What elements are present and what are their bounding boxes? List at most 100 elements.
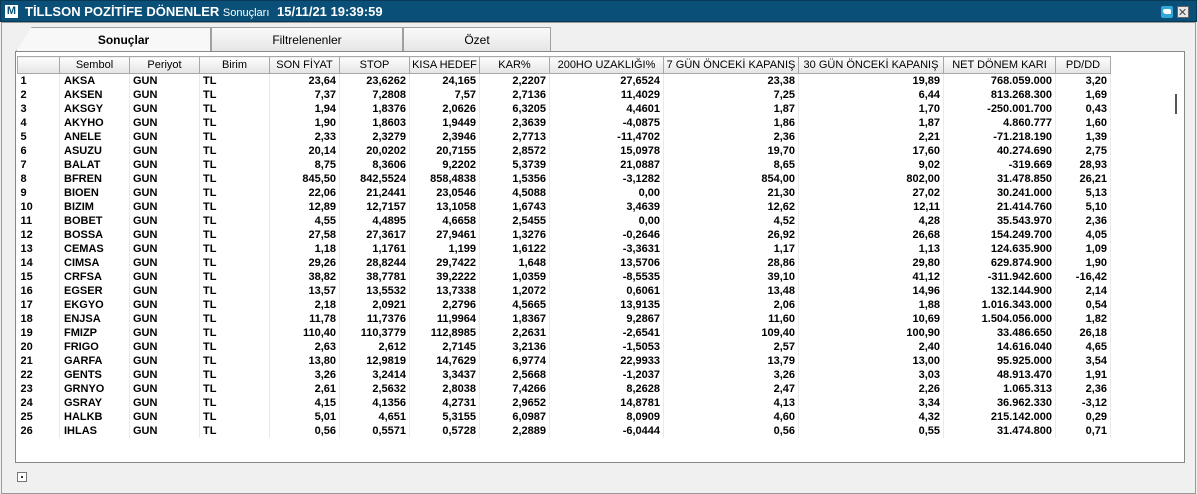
table-cell: BIZIM <box>59 200 130 214</box>
table-cell: TL <box>199 200 270 214</box>
table-cell: 2,7145 <box>409 340 480 354</box>
table-cell: 0,5728 <box>409 424 480 438</box>
table-cell: 109,40 <box>663 326 799 340</box>
table-row[interactable]: 2 AKSEN GUN TL 7,37 7,2808 7,57 2,7136 11,4029 7,… <box>17 88 1111 102</box>
table-cell: 1.065.313 <box>943 382 1056 396</box>
table-cell: 14,8781 <box>549 396 664 410</box>
table-row[interactable]: 8 BFREN GUN TL 845,50 842,5524 858,4838 1,5356-… <box>17 172 1111 186</box>
table-row[interactable]: 24 GSRAY GUN TL 4,15 4,1356 4,2731 2,9652 14,878… <box>17 396 1111 410</box>
table-cell: 26,18 <box>1055 326 1111 340</box>
tab-ozet[interactable]: Özet <box>403 27 551 51</box>
table-cell: 12,9819 <box>339 354 410 368</box>
table-cell: 20,0202 <box>339 144 410 158</box>
table-row[interactable]: 16 EGSER GUN TL 13,57 13,5532 13,7338 1,2072 0,6… <box>17 284 1111 298</box>
table-row[interactable]: 20 FRIGO GUN TL 2,63 2,612 2,7145 3,2136 -1,5053… <box>17 340 1111 354</box>
table-row[interactable]: 26 IHLAS GUN TL 0,56 0,5571 0,5728 2,2889 -6,044… <box>17 424 1111 438</box>
table-cell: 2,5668 <box>479 368 550 382</box>
table-cell: 10,69 <box>798 312 944 326</box>
table-cell: 1,17 <box>663 242 799 256</box>
table-cell: GUN <box>129 73 200 88</box>
table-cell: 110,40 <box>269 326 340 340</box>
table-cell: 5,01 <box>269 410 340 424</box>
column-header[interactable]: Sembol <box>59 56 130 74</box>
table-cell: 3,20 <box>1055 73 1111 88</box>
table-row[interactable]: 15 CRFSA GUN TL 38,82 38,7781 39,2222 1,0359 -8,… <box>17 270 1111 284</box>
results-grid[interactable]: Sembol Periyot Birim SON FİYAT STOP KISA HEDE… <box>15 51 1185 463</box>
tab-filtrelenenler[interactable]: Filtrelenenler <box>211 27 403 51</box>
table-cell: TL <box>199 340 270 354</box>
column-header[interactable]: PD/DD <box>1055 56 1111 74</box>
close-icon[interactable] <box>1177 6 1189 18</box>
vertical-scrollbar[interactable] <box>1170 86 1182 446</box>
table-row[interactable]: 13 CEMAS GUN TL 1,18 1,1761 1,199 1,6122 -3,3631… <box>17 242 1111 256</box>
tab-sonuclar[interactable]: Sonuçlar <box>16 27 211 51</box>
column-header[interactable]: NET DÖNEM KARI <box>943 56 1056 74</box>
table-cell: 2,36 <box>1055 382 1111 396</box>
table-row[interactable]: 22 GENTS GUN TL 3,26 3,2414 3,3437 2,5668 -1,203… <box>17 368 1111 382</box>
scroll-thumb[interactable] <box>1175 94 1177 114</box>
table-cell: 2,2889 <box>479 424 550 438</box>
table-cell: 0,00 <box>549 186 664 200</box>
table-cell: 1.016.343.000 <box>943 298 1056 312</box>
table-cell: 11,60 <box>663 312 799 326</box>
table-cell: -3,12 <box>1055 396 1111 410</box>
table-row[interactable]: 18 ENJSA GUN TL 11,78 11,7376 11,9964 1,8367 9,2… <box>17 312 1111 326</box>
table-row[interactable]: 12 BOSSA GUN TL 27,58 27,3617 27,9461 1,3276 -0,… <box>17 228 1111 242</box>
table-cell: ANELE <box>59 130 130 144</box>
table-row[interactable]: 14 CIMSA GUN TL 29,26 28,8244 29,7422 1,648 13,5… <box>17 256 1111 270</box>
table-row[interactable]: 21 GARFA GUN TL 13,80 12,9819 14,7629 6,9774 22,… <box>17 354 1111 368</box>
table-cell: 1,18 <box>269 242 340 256</box>
table-row[interactable]: 9 BIOEN GUN TL 22,06 21,2441 23,0546 4,5088 0,00… <box>17 186 1111 200</box>
expand-icon[interactable] <box>17 472 27 482</box>
column-header[interactable]: STOP <box>339 56 410 74</box>
table-cell: BOSSA <box>59 228 130 242</box>
column-header[interactable]: SON FİYAT <box>269 56 340 74</box>
table-row[interactable]: 4 AKYHO GUN TL 1,90 1,8603 1,9449 2,3639 -4,0875… <box>17 116 1111 130</box>
table-cell: GUN <box>129 102 200 116</box>
row-number: 8 <box>17 172 60 186</box>
table-cell: 40.274.690 <box>943 144 1056 158</box>
table-cell: 38,7781 <box>339 270 410 284</box>
table-row[interactable]: 25 HALKB GUN TL 5,01 4,651 5,3155 6,0987 8,0909 4… <box>17 410 1111 424</box>
table-row[interactable]: 6 ASUZU GUN TL 20,14 20,0202 20,7155 2,8572 15,0… <box>17 144 1111 158</box>
table-cell: 215.142.000 <box>943 410 1056 424</box>
table-row[interactable]: 23 GRNYO GUN TL 2,61 2,5632 2,8038 7,4266 8,2628… <box>17 382 1111 396</box>
table-cell: GRNYO <box>59 382 130 396</box>
table-cell: 13,7338 <box>409 284 480 298</box>
table-cell: 7,4266 <box>479 382 550 396</box>
column-header[interactable]: 200HO UZAKLIĞI% <box>549 56 664 74</box>
header-row: Sembol Periyot Birim SON FİYAT STOP KISA HEDE… <box>17 56 1111 74</box>
table-cell: -319.669 <box>943 158 1056 172</box>
column-header[interactable]: Birim <box>199 56 270 74</box>
table-cell: GUN <box>129 298 200 312</box>
twitter-bird-icon[interactable] <box>1161 6 1173 18</box>
column-header[interactable]: 7 GÜN ÖNCEKİ KAPANIŞ <box>663 56 799 74</box>
table-cell: 8,3606 <box>339 158 410 172</box>
table-cell: GUN <box>129 144 200 158</box>
table-row[interactable]: 7 BALAT GUN TL 8,75 8,3606 9,2202 5,3739 21,0887… <box>17 158 1111 172</box>
table-cell: 11,9964 <box>409 312 480 326</box>
table-cell: 21,30 <box>663 186 799 200</box>
table-row[interactable]: 3 AKSGY GUN TL 1,94 1,8376 2,0626 6,3205 4,4601 1… <box>17 102 1111 116</box>
column-header[interactable]: KAR% <box>479 56 550 74</box>
column-header[interactable]: KISA HEDEF <box>409 56 480 74</box>
table-cell: BFREN <box>59 172 130 186</box>
table-row[interactable]: 1 AKSA GUN TL 23,64 23,6262 24,165 2,2207 27,652… <box>17 73 1111 88</box>
table-row[interactable]: 10 BIZIM GUN TL 12,89 12,7157 13,1058 1,6743 3,4… <box>17 200 1111 214</box>
table-cell: GUN <box>129 214 200 228</box>
table-cell: 1,1761 <box>339 242 410 256</box>
row-number: 7 <box>17 158 60 172</box>
table-cell: 1,39 <box>1055 130 1111 144</box>
table-row[interactable]: 5 ANELE GUN TL 2,33 2,3279 2,3946 2,7713 -11,470… <box>17 130 1111 144</box>
table-cell: 1,69 <box>1055 88 1111 102</box>
table-cell: 9,02 <box>798 158 944 172</box>
column-header[interactable]: Periyot <box>129 56 200 74</box>
table-cell: 1,86 <box>663 116 799 130</box>
column-header[interactable]: 30 GÜN ÖNCEKİ KAPANIŞ <box>798 56 944 74</box>
table-row[interactable]: 17 EKGYO GUN TL 2,18 2,0921 2,2796 4,5665 13,913… <box>17 298 1111 312</box>
column-header[interactable] <box>17 56 60 74</box>
table-cell: 1,9449 <box>409 116 480 130</box>
table-row[interactable]: 11 BOBET GUN TL 4,55 4,4895 4,6658 2,5455 0,00 4,… <box>17 214 1111 228</box>
table-row[interactable]: 19 FMIZP GUN TL 110,40 110,3779 112,8985 2,2631… <box>17 326 1111 340</box>
table-cell: GENTS <box>59 368 130 382</box>
